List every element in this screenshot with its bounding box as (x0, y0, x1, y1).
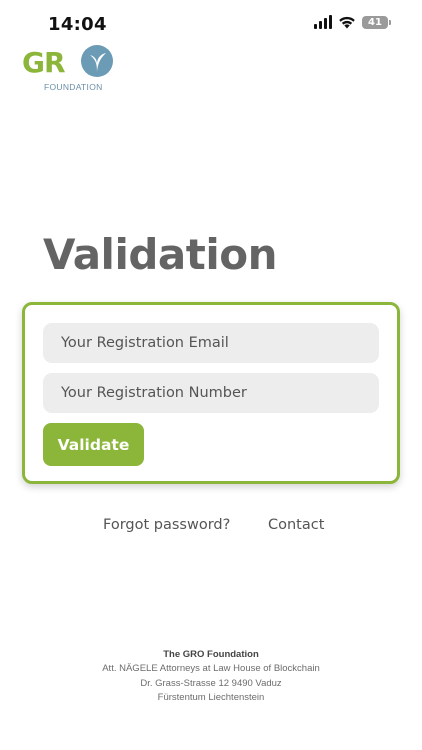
validate-button[interactable]: Validate (43, 423, 144, 466)
footer-address-line: Att. NÄGELE Attorneys at Law House of Bl… (102, 663, 320, 674)
status-time: 14:04 (48, 14, 107, 35)
logo-subtitle: FOUNDATION (44, 82, 103, 92)
forgot-password-link[interactable]: Forgot password? (103, 517, 230, 533)
footer-title: The GRO Foundation (163, 649, 259, 660)
gro-foundation-logo: GR FOUNDATION (22, 42, 113, 96)
battery-level: 41 (368, 16, 382, 28)
footer: The GRO Foundation Att. NÄGELE Attorneys… (0, 648, 422, 706)
page-title: Validation (43, 230, 277, 279)
footer-address-line: Fürstentum Liechtenstein (157, 692, 265, 703)
logo-text: GR (22, 46, 66, 79)
status-icons: 41 (314, 15, 391, 29)
battery-icon: 41 (362, 15, 391, 29)
footer-address-line: Dr. Grass-Strasse 12 9490 Vaduz (140, 677, 282, 689)
registration-number-input[interactable] (43, 373, 379, 413)
logo-leaf-o-icon (81, 45, 113, 77)
contact-link[interactable]: Contact (268, 517, 324, 533)
signal-icon (314, 15, 332, 29)
validation-card: Validate (22, 302, 400, 484)
status-bar: 14:04 41 (0, 0, 422, 48)
registration-email-input[interactable] (43, 323, 379, 363)
wifi-icon (339, 16, 355, 29)
